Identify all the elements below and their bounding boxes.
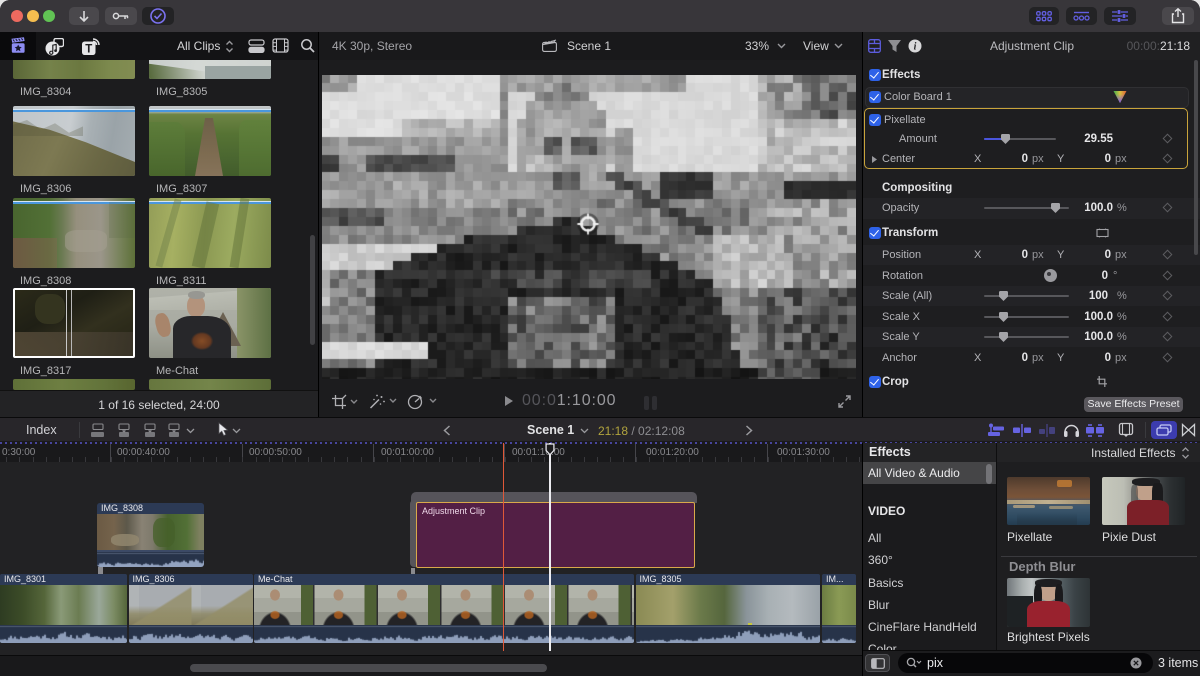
svg-text:T: T (85, 44, 92, 56)
